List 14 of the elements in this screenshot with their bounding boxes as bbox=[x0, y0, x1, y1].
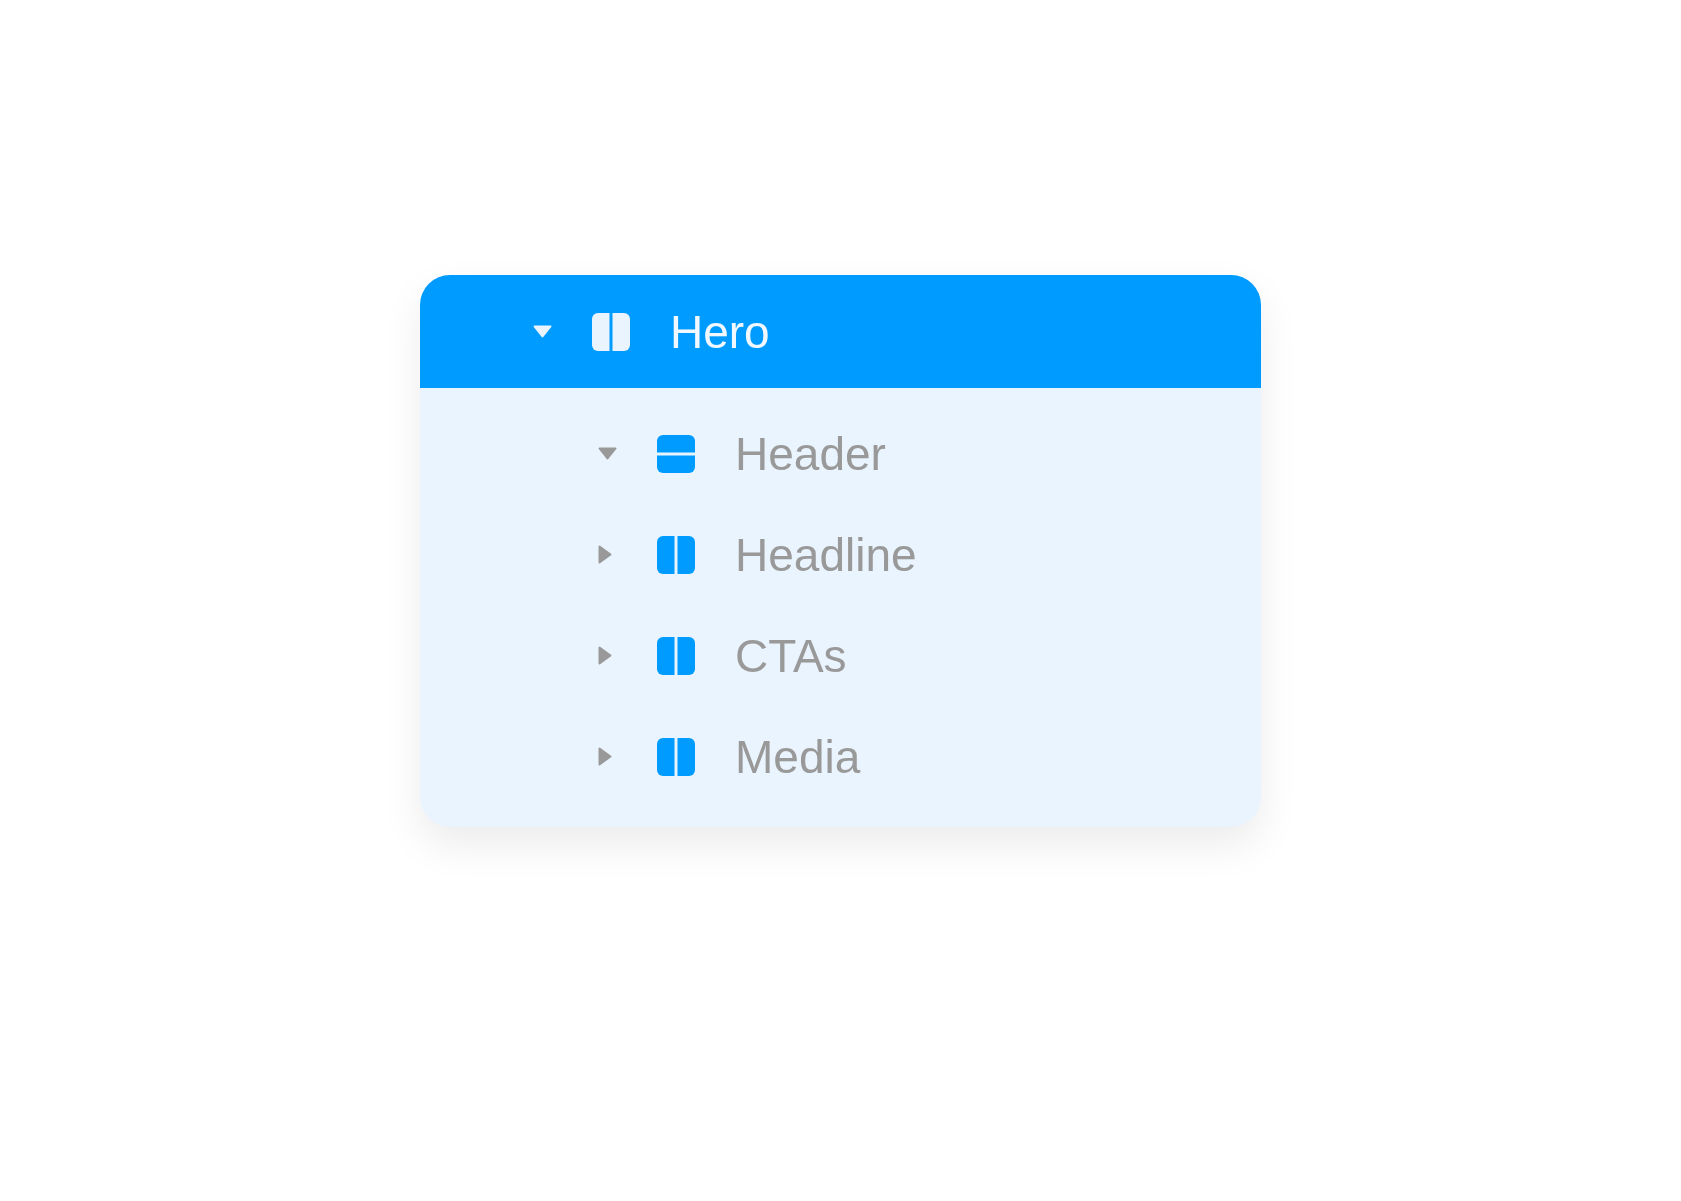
caret-right-icon[interactable] bbox=[598, 646, 612, 665]
tree-item-label[interactable]: Header bbox=[735, 425, 886, 482]
columns-layout-icon bbox=[657, 535, 695, 574]
columns-layout-icon bbox=[657, 636, 695, 675]
tree-item-label[interactable]: Hero bbox=[670, 303, 770, 360]
rows-layout-icon bbox=[657, 434, 695, 473]
tree-item-label[interactable]: CTAs bbox=[735, 627, 847, 684]
caret-right-icon[interactable] bbox=[598, 747, 612, 766]
columns-layout-icon bbox=[657, 737, 695, 776]
tree-item-label[interactable]: Media bbox=[735, 728, 861, 785]
caret-right-icon[interactable] bbox=[598, 545, 612, 564]
tree-item-label[interactable]: Headline bbox=[735, 526, 917, 583]
columns-layout-icon bbox=[592, 312, 630, 351]
caret-down-icon[interactable] bbox=[598, 447, 617, 460]
